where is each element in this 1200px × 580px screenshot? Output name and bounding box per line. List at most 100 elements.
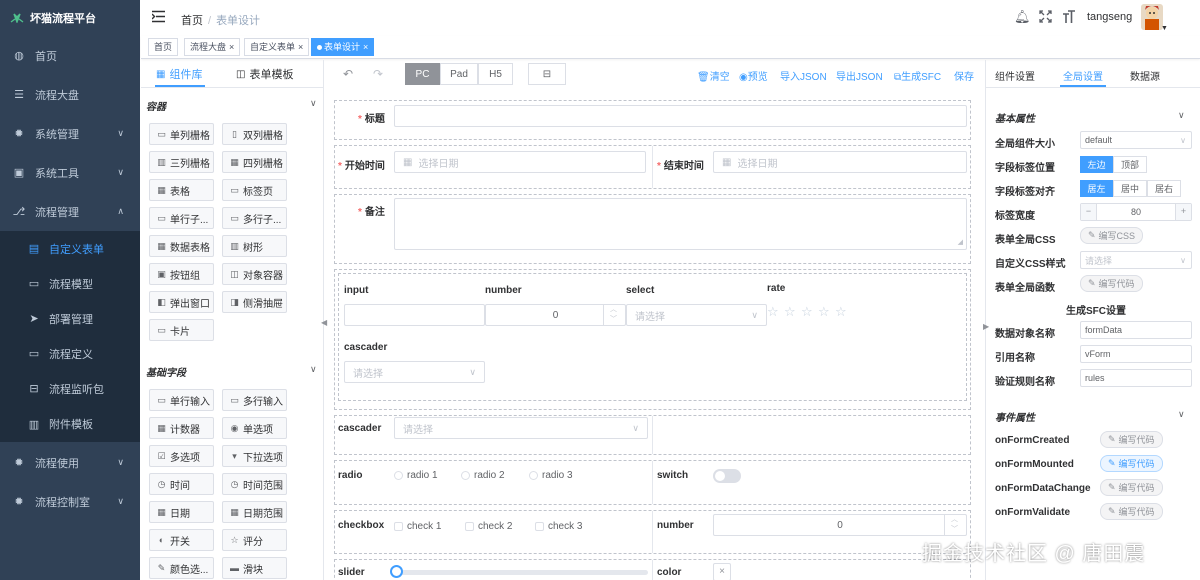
edit-event-button[interactable]: ✎ 编写代码 [1100,455,1163,472]
clear-button[interactable]: 🗑︎清空 [697,68,730,83]
star-icon[interactable]: ☆ [767,304,779,320]
component-item[interactable]: ▭ 多行子... [222,207,287,229]
number-input[interactable]: 0 ︿ ﹀ [713,514,967,536]
preview-button[interactable]: ◉预览 [739,68,768,83]
custom-css-select[interactable]: 请选择 ∨ [1080,251,1192,269]
fullscreen-icon[interactable] [1039,10,1052,23]
edit-event-button[interactable]: ✎ 编写代码 [1100,479,1163,496]
device-pad-button[interactable]: Pad [440,63,478,85]
radio-option-3[interactable]: radio 3 [529,470,573,481]
sidebar-sub-custom-form[interactable]: ▤ 自定义表单 [0,231,140,266]
component-item[interactable]: ☆ 评分 [222,529,287,551]
label-pos-left[interactable]: 左边 [1080,156,1113,173]
title-input[interactable] [394,105,967,127]
star-icon[interactable]: ☆ [818,304,830,320]
component-item[interactable]: ▦ 表格 [149,179,214,201]
component-item[interactable]: ▯ 双列栅格 [222,123,287,145]
component-item[interactable]: ▥ 树形 [222,235,287,257]
star-icon[interactable]: ☆ [801,304,813,320]
close-icon[interactable]: × [298,42,303,52]
component-item[interactable]: ▭ 多行输入 [222,389,287,411]
check-option-2[interactable]: check 2 [465,521,512,532]
tab-data-source[interactable]: 数据源 [1130,68,1160,83]
tab-component-settings[interactable]: 组件设置 [995,68,1035,83]
label-pos-top[interactable]: 顶部 [1113,156,1147,173]
grid-cascader[interactable]: 请选择 ∨ [344,361,485,383]
chevron-down-icon[interactable]: ∨ [1178,409,1185,420]
component-item[interactable]: ▬ 滑块 [222,557,287,579]
radio-option-1[interactable]: radio 1 [394,470,438,481]
cascader-select[interactable]: 请选择 ∨ [394,417,648,439]
ref-name-input[interactable]: vForm [1080,345,1192,363]
component-item[interactable]: ◫ 对象容器 [222,263,287,285]
component-item[interactable]: ◧ 弹出窗口 [149,291,214,313]
sidebar-item-flow-control[interactable]: ✹ 流程控制室 ∨ [0,482,140,521]
component-item[interactable]: ◐ 开关 [149,529,214,551]
tab-form-template[interactable]: ◫ 表单模板 [236,63,293,85]
radio-option-2[interactable]: radio 2 [461,470,505,481]
component-item[interactable]: ▦ 日期 [149,501,214,523]
component-item[interactable]: ▦ 计数器 [149,417,214,439]
breadcrumb-home[interactable]: 首页 [181,15,203,27]
label-width-stepper[interactable]: − 80 + [1080,203,1192,221]
close-icon[interactable]: × [229,42,234,52]
sidebar-sub-define[interactable]: ▭ 流程定义 [0,336,140,371]
end-date-picker[interactable]: ▦ 选择日期 [713,151,967,173]
tag-home[interactable]: 首页 [148,38,179,56]
size-select[interactable]: default ∨ [1080,131,1192,149]
component-item[interactable]: ▭ 卡片 [149,319,214,341]
undo-icon[interactable]: ↶ [343,67,353,81]
component-item[interactable]: ▣ 按钮组 [149,263,214,285]
sidebar-item-dashboard[interactable]: ☰ 流程大盘 [0,75,140,114]
edit-css-button[interactable]: ✎ 编写CSS [1080,227,1144,244]
slider-track[interactable] [390,565,648,578]
check-option-1[interactable]: check 1 [394,521,441,532]
chevron-down-icon[interactable]: ∨ [310,98,317,109]
close-icon[interactable]: × [363,42,368,52]
chevron-down-icon[interactable]: ∨ [1178,110,1185,121]
font-size-icon[interactable] [1062,10,1076,23]
component-item[interactable]: ▾ 下拉选项 [222,445,287,467]
component-item[interactable]: ▭ 标签页 [222,179,287,201]
stepper-icon[interactable]: ︿ ﹀ [944,515,964,535]
username[interactable]: tangseng [1087,11,1132,23]
sidebar-item-home[interactable]: ◍ 首页 [0,36,140,75]
generate-sfc-button[interactable]: ⧉生成SFC [894,68,941,83]
device-h5-button[interactable]: H5 [478,63,513,85]
star-icon[interactable]: ☆ [835,304,847,320]
caret-down-icon[interactable]: ▼ [1161,25,1168,32]
save-button[interactable]: 保存 [954,68,974,83]
data-object-input[interactable]: formData [1080,321,1192,339]
node-tree-button[interactable]: ⊟ [528,63,566,85]
minus-icon[interactable]: − [1081,204,1097,220]
sidebar-sub-deploy[interactable]: ➤ 部署管理 [0,301,140,336]
edit-event-button[interactable]: ✎ 编写代码 [1100,431,1163,448]
label-align-right[interactable]: 居右 [1147,180,1181,197]
plus-icon[interactable]: + [1175,204,1191,220]
redo-icon[interactable]: ↷ [373,67,383,81]
grid-select[interactable]: 请选择 ∨ [626,304,767,326]
sidebar-sub-listener[interactable]: ⊟ 流程监听包 [0,371,140,406]
tab-component-library[interactable]: ▦ 组件库 [156,63,202,85]
label-align-left[interactable]: 居左 [1080,180,1113,197]
tag-form-design[interactable]: 表单设计 × [311,38,375,56]
sidebar-item-tools[interactable]: ▣ 系统工具 ∨ [0,153,140,192]
hamburger-icon[interactable] [152,10,165,23]
app-logo[interactable]: 坏猫流程平台 [0,0,140,36]
star-icon[interactable]: ☆ [784,304,796,320]
component-item[interactable]: ▭ 单列栅格 [149,123,214,145]
tag-custom-form[interactable]: 自定义表单 × [244,38,310,56]
component-item[interactable]: ▦ 四列栅格 [222,151,287,173]
tab-global-settings[interactable]: 全局设置 [1063,68,1103,83]
import-json-button[interactable]: 导入JSON [780,68,827,83]
start-date-picker[interactable]: ▦ 选择日期 [394,151,646,173]
avatar[interactable] [1141,4,1163,30]
sidebar-item-system[interactable]: ✹ 系统管理 ∨ [0,114,140,153]
check-option-3[interactable]: check 3 [535,521,582,532]
rules-name-input[interactable]: rules [1080,369,1192,387]
device-pc-button[interactable]: PC [405,63,440,85]
sidebar-item-flow-use[interactable]: ✹ 流程使用 ∨ [0,443,140,482]
sidebar-sub-model[interactable]: ▭ 流程模型 [0,266,140,301]
label-align-center[interactable]: 居中 [1113,180,1147,197]
component-item[interactable]: ◉ 单选项 [222,417,287,439]
